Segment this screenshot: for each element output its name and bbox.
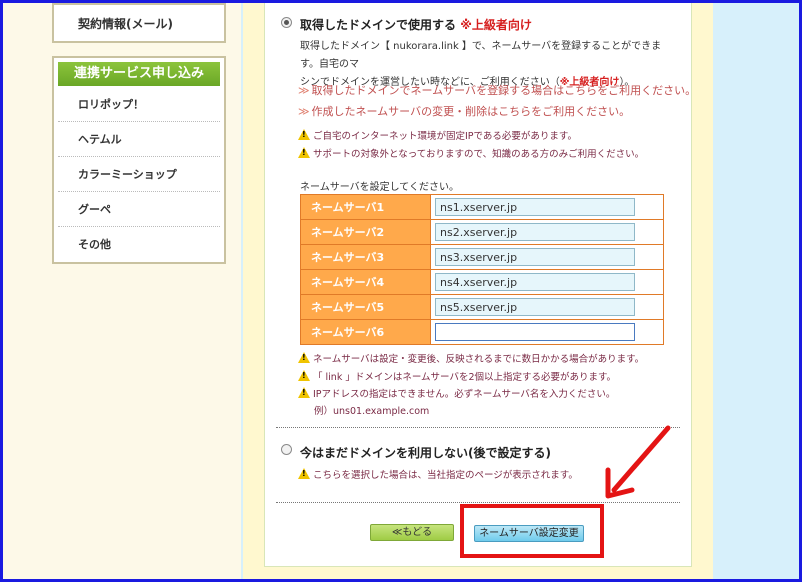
screenshot-frame <box>0 0 802 582</box>
